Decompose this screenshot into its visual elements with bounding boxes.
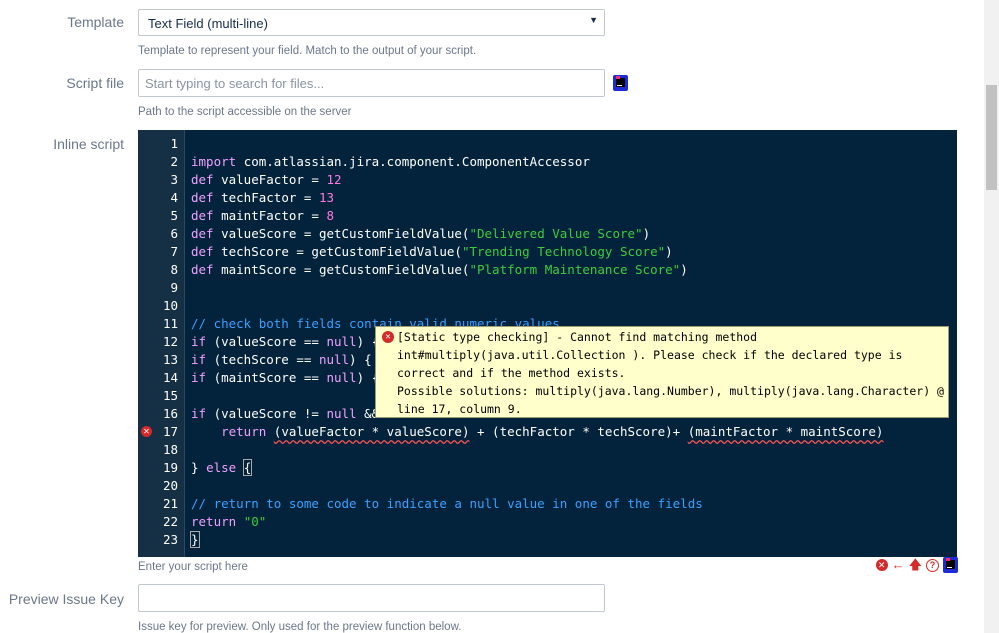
line-number: 10 xyxy=(162,298,178,313)
error-icon: ✕ xyxy=(382,331,394,343)
intellij-icon[interactable] xyxy=(613,75,628,91)
template-select-value: Text Field (multi-line) xyxy=(148,16,268,31)
line-number: 4 xyxy=(170,190,178,205)
preview-issue-key-input[interactable] xyxy=(138,584,605,612)
code-line-12: if (valueScore == null) { xyxy=(191,334,380,349)
code-line-7: def techScore = getCustomFieldValue("Tre… xyxy=(191,244,673,259)
line-number: 15 xyxy=(162,388,178,403)
code-line-6: def valueScore = getCustomFieldValue("De… xyxy=(191,226,651,241)
line-number: 16 xyxy=(162,406,178,421)
template-help: Template to represent your field. Match … xyxy=(138,45,477,57)
line-number: 3 xyxy=(170,172,178,187)
code-line-8: def maintScore = getCustomFieldValue("Pl… xyxy=(191,262,688,277)
tooltip-line: [Static type checking] - Cannot find mat… xyxy=(397,330,758,344)
inline-script-help: Enter your script here xyxy=(138,561,248,573)
error-marker-icon[interactable]: ✕ xyxy=(141,426,152,437)
code-line-14: if (maintScore == null) { xyxy=(191,370,380,385)
script-file-label: Script file xyxy=(66,75,124,91)
inline-script-label: Inline script xyxy=(53,136,124,152)
line-number: 19 xyxy=(162,460,178,475)
line-number: 13 xyxy=(162,352,178,367)
template-label: Template xyxy=(67,14,124,30)
line-number: 1 xyxy=(170,136,178,151)
line-number: 12 xyxy=(162,334,178,349)
code-line-19: } else { xyxy=(191,459,253,476)
arrow-up-icon[interactable]: 🡅 xyxy=(909,557,922,573)
line-number: 9 xyxy=(170,280,178,295)
code-line-22: return "0" xyxy=(191,514,267,529)
line-number: 8 xyxy=(170,262,178,277)
tooltip-line: correct and if the method exists. xyxy=(397,366,626,380)
tooltip-line: int#multiply(java.util.Collection ). Ple… xyxy=(397,348,903,362)
line-number: 18 xyxy=(162,442,178,457)
code-line-13: if (techScore == null) { xyxy=(191,352,380,367)
chevron-down-icon: ▼ xyxy=(589,15,598,25)
code-line-21: // return to some code to indicate a nul… xyxy=(191,496,703,511)
template-select[interactable]: Text Field (multi-line) ▼ xyxy=(138,9,605,36)
editor-toolbar: ✕ ← 🡅 ? xyxy=(875,557,958,573)
tooltip-line: line 17, column 9. xyxy=(397,402,522,416)
scrollbar-thumb[interactable] xyxy=(986,85,997,190)
error-tooltip: ✕ [Static type checking] - Cannot find m… xyxy=(375,326,949,418)
code-line-16: if (valueScore != null && xyxy=(191,406,380,421)
line-number: 14 xyxy=(162,370,178,385)
line-number: 2 xyxy=(170,154,178,169)
preview-issue-key-label: Preview Issue Key xyxy=(8,591,124,607)
error-count-icon[interactable]: ✕ xyxy=(875,559,888,571)
line-number: 6 xyxy=(170,226,178,241)
code-line-23: } xyxy=(190,531,200,548)
script-file-help: Path to the script accessible on the ser… xyxy=(138,106,352,118)
code-line-2: import com.atlassian.jira.component.Comp… xyxy=(191,154,590,169)
help-icon[interactable]: ? xyxy=(926,558,939,572)
line-number: 11 xyxy=(162,316,178,331)
line-number: 7 xyxy=(170,244,178,259)
code-line-5: def maintFactor = 8 xyxy=(191,208,334,223)
arrow-left-icon[interactable]: ← xyxy=(892,557,905,573)
code-line-17: return (valueFactor * valueScore) + (tec… xyxy=(191,424,884,439)
line-number: 22 xyxy=(162,514,178,529)
line-number: 21 xyxy=(162,496,178,511)
line-number: 5 xyxy=(170,208,178,223)
page-scrollbar[interactable] xyxy=(984,0,999,633)
intellij-icon[interactable] xyxy=(943,557,958,573)
tooltip-line: Possible solutions: multiply(java.lang.N… xyxy=(397,384,944,398)
code-line-4: def techFactor = 13 xyxy=(191,190,335,205)
script-file-input[interactable] xyxy=(138,69,605,97)
preview-issue-key-help: Issue key for preview. Only used for the… xyxy=(138,621,462,633)
code-line-3: def valueFactor = 12 xyxy=(191,172,342,187)
line-number: 23 xyxy=(162,532,178,547)
line-number: 20 xyxy=(162,478,178,493)
